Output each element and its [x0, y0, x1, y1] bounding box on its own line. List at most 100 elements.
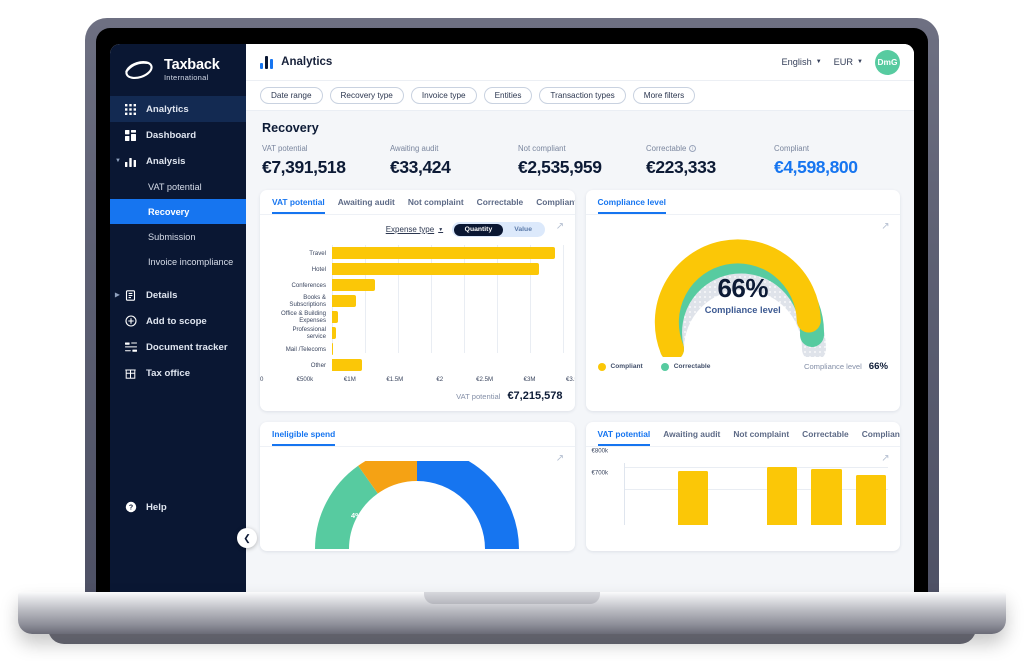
chevron-left-icon: ❮	[243, 532, 251, 543]
tab-compliant[interactable]: Compliant	[536, 197, 574, 214]
filter-recovery-type[interactable]: Recovery type	[329, 87, 404, 104]
bar-track	[332, 325, 563, 341]
y-tick-label: €800k	[591, 447, 609, 455]
bar-fill	[332, 359, 362, 371]
sidebar-item-recovery[interactable]: Recovery	[110, 199, 246, 224]
sidebar-item-label: Details	[146, 289, 178, 301]
topbar: Analytics English ▼ EUR ▼ DmG	[246, 44, 914, 81]
language-value: English	[781, 57, 812, 67]
tab-vat-potential[interactable]: VAT potential	[272, 197, 325, 214]
half-donut-svg	[315, 461, 520, 550]
tab-correctable[interactable]: Correctable	[477, 197, 524, 214]
card-vat-potential-over-time: VAT potential Awaiting audit Not complai…	[585, 422, 900, 551]
filter-transaction-types[interactable]: Transaction types	[539, 87, 626, 104]
tracker-icon	[124, 341, 137, 354]
kpi-value: €4,598,800	[774, 157, 858, 177]
sidebar-item-analytics[interactable]: Analytics	[110, 96, 246, 122]
gauge-caption: Compliance level	[704, 305, 781, 315]
bar	[677, 471, 709, 525]
screenshot-stage: Taxback International Analytics Dashboar…	[0, 0, 1024, 661]
sidebar-item-analysis[interactable]: ▼ Analysis	[110, 148, 246, 174]
gauge-arc: 66% Compliance level	[648, 225, 838, 357]
kpi-not-compliant: Not compliant €2,535,959	[516, 144, 644, 178]
sidebar-item-label: Add to scope	[146, 315, 207, 327]
kpi-value: €33,424	[390, 157, 451, 177]
sidebar-item-submission[interactable]: Submission	[110, 224, 246, 249]
sidebar-subitem-label: Submission	[148, 231, 196, 242]
sidebar-item-help[interactable]: ? Help	[110, 494, 167, 520]
bar-row: Travel	[272, 245, 563, 261]
sidebar-item-details[interactable]: ▶ Details	[110, 282, 246, 308]
tab-awaiting-audit[interactable]: Awaiting audit	[663, 429, 720, 446]
legend-color-swatch	[660, 362, 669, 371]
expand-icon[interactable]: ↗	[554, 220, 567, 233]
section-title: Recovery	[262, 121, 319, 135]
card-tab-bar: VAT potential Awaiting audit Not complai…	[260, 190, 575, 215]
chevron-right-icon: ▶	[115, 292, 120, 299]
brand-name: Taxback	[164, 57, 220, 74]
laptop-screen-bezel: Taxback International Analytics Dashboar…	[96, 28, 928, 596]
kpi-value: €2,535,959	[518, 157, 602, 177]
tab-correctable[interactable]: Correctable	[802, 429, 849, 446]
sidebar-item-label: Help	[146, 501, 167, 513]
filter-date-range[interactable]: Date range	[260, 87, 323, 104]
page-title: Analytics	[281, 56, 333, 68]
charts-grid-bottom: Ineligible spend ↗ 4% VAT potential Awai…	[260, 422, 900, 551]
sidebar-collapse-button[interactable]: ❮	[237, 528, 257, 548]
sidebar-item-add-to-scope[interactable]: Add to scope	[110, 308, 246, 334]
bar-fill	[332, 295, 357, 307]
bar	[855, 475, 887, 525]
avatar[interactable]: DmG	[875, 49, 900, 75]
sidebar-item-vat-potential[interactable]: VAT potential	[110, 174, 246, 199]
bar-category-label: Travel	[309, 249, 326, 257]
brand-logo[interactable]: Taxback International	[110, 44, 246, 96]
filter-invoice-type[interactable]: Invoice type	[410, 87, 477, 104]
bar-category-label: Hotel	[311, 265, 326, 273]
language-selector[interactable]: English ▼	[782, 57, 822, 67]
tab-compliant[interactable]: Compliant	[862, 429, 900, 446]
bar-fill	[332, 327, 336, 339]
info-icon[interactable]: i	[689, 145, 697, 152]
sidebar-item-document-tracker[interactable]: Document tracker	[110, 334, 246, 360]
tab-not-complaint[interactable]: Not complaint	[733, 429, 789, 446]
tab-vat-potential[interactable]: VAT potential	[597, 429, 651, 446]
kpi-awaiting-audit: Awaiting audit €33,424	[388, 144, 516, 178]
filter-bar: Date range Recovery type Invoice type En…	[246, 81, 914, 111]
toggle-quantity[interactable]: Quantity	[453, 223, 504, 236]
sidebar-item-dashboard[interactable]: Dashboard	[110, 122, 246, 148]
sidebar-item-invoice-incompliance[interactable]: Invoice incompliance	[110, 249, 246, 274]
kpi-value: €7,391,518	[262, 157, 346, 177]
expense-type-selector[interactable]: Expense type ▼	[386, 225, 443, 234]
compliance-gauge: 66% Compliance level	[586, 215, 901, 357]
svg-text:?: ?	[128, 505, 132, 512]
taxback-logo-icon	[124, 59, 158, 81]
footer-label: Compliance level	[803, 362, 862, 371]
tab-not-complaint[interactable]: Not complaint	[408, 197, 464, 214]
x-tick-label: €2	[436, 376, 444, 383]
filter-entities[interactable]: Entities	[483, 87, 533, 104]
sidebar-item-label: Analysis	[146, 155, 186, 167]
toggle-value[interactable]: Value	[503, 224, 543, 236]
sidebar-item-tax-office[interactable]: Tax office	[110, 360, 246, 386]
quantity-value-toggle[interactable]: Quantity Value	[452, 222, 545, 237]
bar	[811, 469, 842, 525]
tab-compliance-level[interactable]: Compliance level	[597, 197, 666, 214]
main-area: Analytics English ▼ EUR ▼ DmG Date range…	[246, 44, 914, 596]
grid-icon	[124, 103, 137, 116]
tab-awaiting-audit[interactable]: Awaiting audit	[338, 197, 395, 214]
page-header: Analytics	[260, 55, 333, 69]
currency-selector[interactable]: EUR ▼	[834, 57, 863, 67]
x-tick-label: €1M	[343, 376, 356, 383]
filter-more-filters[interactable]: More filters	[632, 87, 696, 104]
brand-subtitle: International	[164, 72, 209, 82]
horizontal-bar-chart: Travel Hotel Conferences Books & Subscripti…	[260, 237, 575, 373]
bar-fill	[332, 247, 556, 259]
topbar-controls: English ▼ EUR ▼ DmG	[782, 49, 900, 75]
bar-row: Professional service	[272, 325, 563, 341]
bar-row: Other	[272, 357, 563, 373]
legend-item-correctable: Correctable	[660, 362, 710, 371]
sidebar-item-label: Dashboard	[146, 129, 197, 141]
expand-icon[interactable]: ↗	[879, 220, 892, 233]
tab-ineligible-spend[interactable]: Ineligible spend	[272, 429, 336, 446]
sidebar-item-label: Analytics	[146, 103, 189, 115]
